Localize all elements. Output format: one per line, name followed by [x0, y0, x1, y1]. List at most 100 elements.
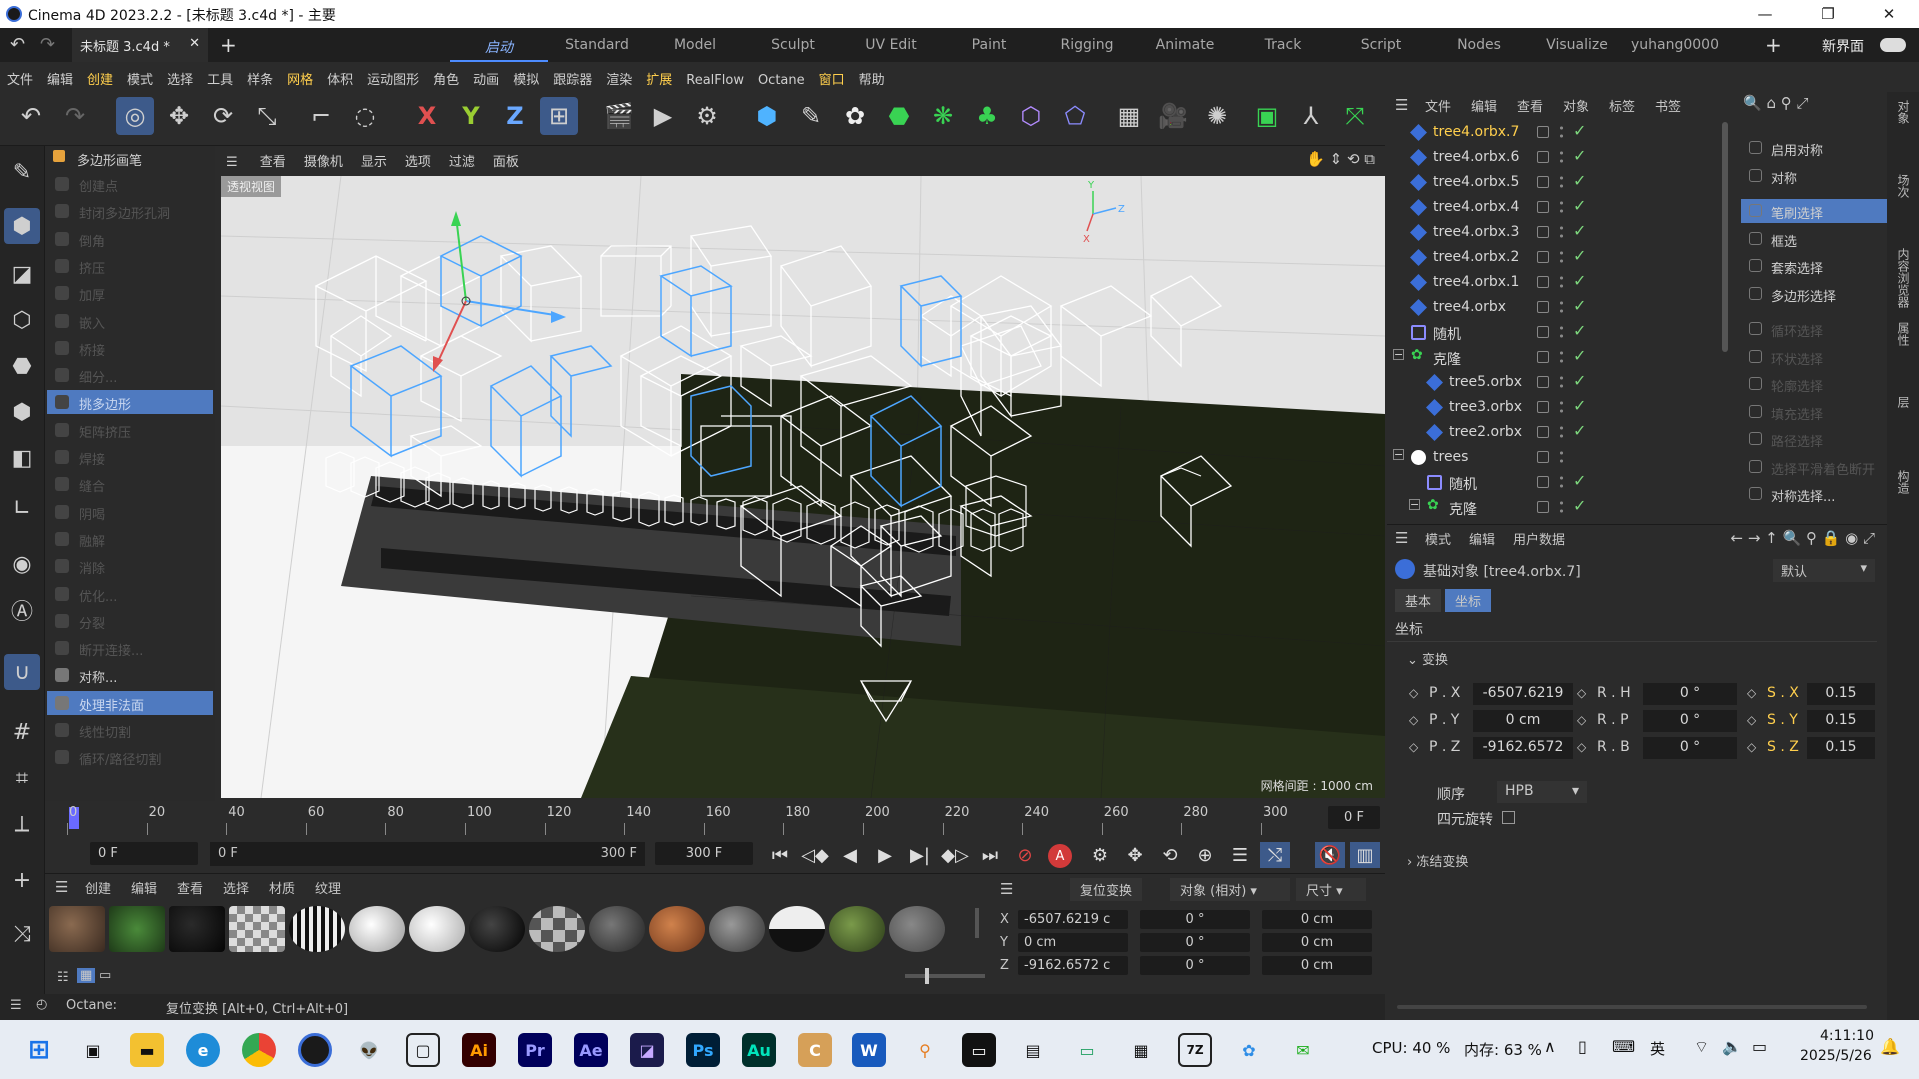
search-app-icon[interactable]: ⚲ [908, 1033, 942, 1067]
attribute-tab-0[interactable]: 基本 [1395, 589, 1442, 612]
battery-icon[interactable]: ▭ [1752, 1037, 1767, 1056]
object-row[interactable]: tree3.orbx ✓ [1387, 395, 1727, 420]
selection-item-7[interactable]: 环状选择 [1741, 345, 1887, 369]
modeling-item-11[interactable]: 缝合 [47, 472, 213, 496]
visibility-dots[interactable] [1559, 474, 1564, 490]
add-tab-icon[interactable]: + [220, 33, 237, 57]
axis-mode-icon[interactable]: ∟ [4, 490, 40, 526]
selection-item-8[interactable]: 轮廓选择 [1741, 372, 1887, 396]
rotate-tool-button[interactable]: ⟳ [204, 97, 242, 135]
layer-checkbox[interactable] [1537, 251, 1549, 263]
coord-rotation-field[interactable]: 0 ° [1140, 956, 1250, 975]
material-scrollbar[interactable] [975, 908, 979, 938]
end-frame-field[interactable]: 300 F [655, 842, 753, 865]
layer-checkbox[interactable] [1537, 401, 1549, 413]
material-menu-item-3[interactable]: 选择 [223, 878, 249, 897]
visibility-dots[interactable] [1559, 349, 1564, 365]
visibility-dots[interactable] [1559, 249, 1564, 265]
right-tab-1[interactable]: 场次 [1895, 174, 1912, 198]
material-menu-item-2[interactable]: 查看 [177, 878, 203, 897]
object-menu-item-2[interactable]: 查看 [1517, 96, 1543, 115]
volume-icon[interactable]: 🔈 [1722, 1037, 1742, 1056]
visibility-dots[interactable] [1559, 174, 1564, 190]
layer-checkbox[interactable] [1537, 326, 1549, 338]
object-menu-icon[interactable]: ☰ [1395, 96, 1408, 114]
file-explorer-icon[interactable]: ▬ [130, 1033, 164, 1067]
scale-field[interactable]: 0.15 [1807, 710, 1875, 732]
viewport-menu-item-0[interactable]: 查看 [251, 146, 295, 175]
menu-item-18[interactable]: 窗口 [812, 62, 852, 95]
material-swatch-moss[interactable] [829, 906, 885, 952]
tv-app-icon[interactable]: ▢ [406, 1033, 440, 1067]
subdivision-button[interactable]: ✿ [836, 97, 874, 135]
material-swatch-stone[interactable] [889, 906, 945, 952]
object-menu-item-5[interactable]: 书签 [1655, 96, 1681, 115]
tray-chevron-icon[interactable]: ∧ [1544, 1037, 1556, 1056]
modeling-item-6[interactable]: 桥接 [47, 336, 213, 360]
after-effects-icon[interactable]: Ae [574, 1033, 608, 1067]
menu-item-7[interactable]: 网格 [280, 62, 320, 95]
object-row[interactable]: tree4.orbx.5 ✓ [1387, 170, 1727, 195]
right-tab-4[interactable]: 层 [1895, 396, 1912, 408]
material-swatch-checker-sphere[interactable] [529, 906, 585, 952]
menu-item-11[interactable]: 动画 [466, 62, 506, 95]
right-tab-2[interactable]: 内容浏览器 [1895, 248, 1912, 308]
object-name[interactable]: 随机 [1449, 474, 1477, 494]
scale-field[interactable]: 0.15 [1807, 683, 1875, 705]
layer-checkbox[interactable] [1537, 351, 1549, 363]
keyframe-diamond-icon[interactable]: ◇ [1747, 740, 1756, 754]
solo-icon[interactable]: ◉ [4, 546, 40, 582]
visibility-dots[interactable] [1559, 224, 1564, 240]
layout-tab-0[interactable]: 启动 [450, 28, 548, 62]
vs-icon[interactable]: ◪ [630, 1033, 664, 1067]
quantize-icon[interactable]: ⤨ [4, 916, 40, 952]
menu-item-6[interactable]: 样条 [240, 62, 280, 95]
visibility-dots[interactable] [1559, 424, 1564, 440]
xpresso-button[interactable]: ⤧ [1336, 97, 1374, 135]
object-name[interactable]: tree4.orbx [1433, 299, 1506, 315]
prev-frame-button[interactable]: ◀ [835, 842, 865, 868]
calendar-app-icon[interactable]: ▦ [1124, 1033, 1158, 1067]
modeling-item-21[interactable]: 循环/路径切割 [47, 745, 213, 769]
rotation-field[interactable]: 0 ° [1643, 737, 1737, 759]
position-field[interactable]: 0 cm [1473, 710, 1573, 732]
frame-range-slider[interactable]: 0 F 300 F [210, 842, 645, 866]
modeling-item-20[interactable]: 线性切割 [47, 718, 213, 742]
position-field[interactable]: -9162.6572 [1473, 737, 1573, 759]
start-icon[interactable]: ⊞ [22, 1033, 56, 1067]
layer-checkbox[interactable] [1537, 451, 1549, 463]
move-tool-button[interactable]: ✥ [160, 97, 198, 135]
modeling-item-7[interactable]: 细分... [47, 363, 213, 387]
right-tab-5[interactable]: 构造 [1895, 470, 1912, 494]
object-name[interactable]: tree5.orbx [1449, 374, 1522, 390]
transfer-tool-button[interactable]: ⌐ [302, 97, 340, 135]
material-swatch-white[interactable] [349, 906, 405, 952]
enabled-check-icon[interactable]: ✓ [1573, 171, 1586, 190]
selection-item-0[interactable]: 启用对称 [1741, 136, 1887, 160]
keyframe-diamond-icon[interactable]: ◇ [1577, 740, 1586, 754]
scale-tool-button[interactable]: ⤡ [248, 97, 286, 135]
object-row[interactable]: − ✿ 克隆 ✓ [1387, 345, 1727, 370]
object-name[interactable]: tree4.orbx.1 [1433, 274, 1519, 290]
material-menu-item-0[interactable]: 创建 [85, 878, 111, 897]
layout-tab-11[interactable]: Visualize [1528, 28, 1626, 62]
enabled-check-icon[interactable]: ✓ [1573, 271, 1586, 290]
start-frame-field[interactable]: 0 F [90, 842, 198, 865]
key-scale-icon[interactable]: ⊕ [1190, 842, 1220, 868]
object-menu-item-3[interactable]: 对象 [1563, 96, 1589, 115]
attribute-scrollbar[interactable] [1397, 1005, 1867, 1009]
material-swatch-chrome[interactable] [769, 906, 825, 952]
selection-item-3[interactable]: 框选 [1741, 227, 1887, 251]
enabled-check-icon[interactable]: ✓ [1573, 371, 1586, 390]
selection-item-11[interactable]: 选择平滑着色断开 [1741, 455, 1887, 479]
object-row[interactable]: − trees [1387, 445, 1727, 470]
snap-icon[interactable]: Ⓐ [4, 592, 40, 628]
render-region-button[interactable]: 🎬 [600, 97, 638, 135]
rotation-field[interactable]: 0 ° [1643, 710, 1737, 732]
modeling-item-18[interactable]: 对称... [47, 663, 213, 687]
x-axis-lock-button[interactable]: X [408, 97, 446, 135]
7zip-icon[interactable]: 7Z [1178, 1033, 1212, 1067]
chrome-icon[interactable] [242, 1033, 276, 1067]
modeling-item-8[interactable]: 挑多边形 [47, 390, 213, 415]
layer-checkbox[interactable] [1537, 476, 1549, 488]
